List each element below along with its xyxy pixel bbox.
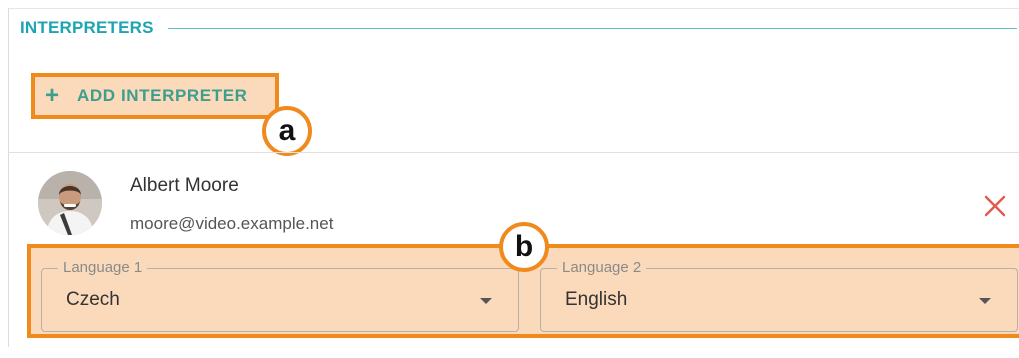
add-interpreter-label: ADD INTERPRETER (77, 86, 248, 105)
chevron-down-icon (480, 298, 492, 304)
plus-icon: + (44, 82, 59, 109)
interpreter-name: Albert Moore (130, 175, 239, 196)
language-1-value: Czech (66, 289, 120, 310)
callout-marker-a: a (262, 106, 312, 156)
avatar (38, 171, 102, 235)
section-header: INTERPRETERS (20, 16, 1019, 40)
add-interpreter-button[interactable]: + ADD INTERPRETER (31, 73, 279, 119)
close-icon (984, 195, 1006, 217)
language-2-value: English (565, 289, 628, 310)
language-2-label: Language 2 (557, 259, 647, 276)
avatar-photo (38, 171, 102, 235)
list-divider (8, 152, 1019, 153)
section-divider-line (167, 27, 1017, 29)
language-1-label: Language 1 (58, 259, 148, 276)
language-2-select[interactable]: Language 2 English (540, 259, 1018, 332)
chevron-down-icon (979, 298, 991, 304)
language-1-select[interactable]: Language 1 Czech (41, 259, 519, 332)
interpreter-email: moore@video.example.net (130, 214, 334, 233)
remove-interpreter-button[interactable] (982, 193, 1008, 219)
section-title: INTERPRETERS (20, 18, 154, 37)
callout-marker-b: b (499, 222, 549, 272)
